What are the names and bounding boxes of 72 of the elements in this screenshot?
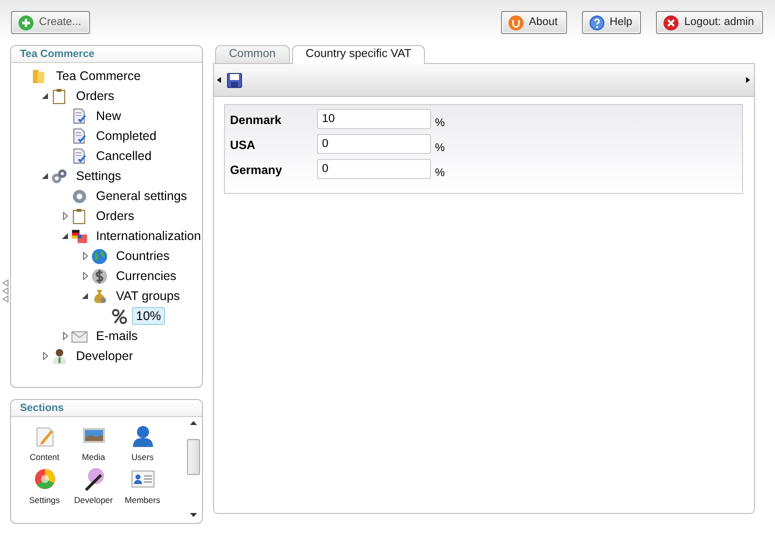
country-label: Denmark bbox=[230, 112, 282, 129]
percent-label: % bbox=[435, 116, 445, 131]
section-item[interactable]: Content bbox=[20, 424, 69, 467]
splitter-handle-icon[interactable] bbox=[2, 279, 9, 304]
tree-item[interactable]: Orders bbox=[72, 87, 118, 105]
document-check-icon bbox=[71, 148, 88, 164]
collapsed-caret-icon[interactable] bbox=[62, 212, 68, 220]
flags-icon bbox=[71, 228, 88, 244]
scroll-up-icon[interactable] bbox=[190, 421, 196, 425]
scroll-down-icon[interactable] bbox=[190, 513, 196, 517]
section-item[interactable]: Settings bbox=[20, 467, 69, 510]
collapsed-caret-icon[interactable] bbox=[62, 332, 68, 340]
tree-item[interactable]: Settings bbox=[72, 167, 126, 185]
tree-item[interactable]: Orders bbox=[92, 207, 138, 225]
gears-icon bbox=[51, 168, 68, 184]
tree-item[interactable]: Completed bbox=[92, 127, 160, 145]
clipboard-icon bbox=[51, 88, 68, 104]
globe-icon bbox=[91, 248, 108, 264]
expanded-caret-icon[interactable] bbox=[62, 233, 68, 239]
scroll-right-icon[interactable] bbox=[746, 77, 750, 83]
tree-item[interactable]: Developer bbox=[72, 347, 137, 365]
gear-icon bbox=[71, 188, 88, 204]
collapsed-caret-icon[interactable] bbox=[42, 352, 48, 360]
tree-item[interactable]: Internationalization bbox=[92, 227, 202, 245]
tree-item[interactable]: E-mails bbox=[92, 327, 142, 345]
section-item[interactable]: Members bbox=[118, 467, 167, 510]
help-icon bbox=[588, 14, 605, 30]
save-icon[interactable] bbox=[227, 72, 242, 88]
panel-title: Sections bbox=[11, 400, 202, 417]
collapsed-caret-icon[interactable] bbox=[82, 272, 88, 280]
tree-item[interactable]: General settings bbox=[92, 187, 192, 205]
dollar-icon bbox=[91, 268, 108, 284]
plus-icon bbox=[18, 14, 34, 30]
tree-item[interactable]: Currencies bbox=[112, 267, 180, 285]
tree-item[interactable]: Cancelled bbox=[92, 147, 156, 165]
collapsed-caret-icon[interactable] bbox=[82, 252, 88, 260]
country-label: Germany bbox=[230, 162, 284, 179]
percent-icon bbox=[111, 308, 128, 324]
help-button[interactable]: Help bbox=[582, 11, 642, 34]
logout-button[interactable]: Logout: admin bbox=[656, 11, 763, 34]
vat-input[interactable]: 0 bbox=[317, 134, 431, 154]
expanded-caret-icon[interactable] bbox=[42, 93, 48, 99]
tree-item[interactable]: VAT groups bbox=[112, 287, 184, 305]
percent-label: % bbox=[435, 166, 445, 181]
logo-icon bbox=[508, 14, 524, 30]
tab[interactable]: Common bbox=[215, 45, 290, 63]
user-icon bbox=[130, 424, 154, 448]
about-button[interactable]: About bbox=[500, 11, 567, 34]
tree-item[interactable]: New bbox=[92, 107, 126, 125]
scroll-thumb[interactable] bbox=[186, 439, 200, 475]
section-item[interactable]: Media bbox=[69, 424, 118, 467]
tree-item[interactable]: 10% bbox=[132, 307, 166, 325]
close-icon bbox=[663, 14, 680, 30]
tree-item[interactable]: Countries bbox=[112, 247, 174, 265]
section-item[interactable]: Users bbox=[118, 424, 167, 467]
scroll-left-icon[interactable] bbox=[217, 77, 221, 83]
country-label: USA bbox=[230, 137, 256, 154]
clipboard-icon bbox=[71, 208, 88, 224]
panel-title: Tea Commerce bbox=[11, 46, 202, 63]
tree-item[interactable]: Tea Commerce bbox=[52, 67, 145, 85]
percent-label: % bbox=[435, 141, 445, 156]
person-icon bbox=[51, 348, 68, 364]
expanded-caret-icon[interactable] bbox=[42, 173, 48, 179]
color-wheel-icon bbox=[32, 467, 56, 491]
vat-input[interactable]: 10 bbox=[317, 109, 431, 129]
create-button[interactable]: Create... bbox=[11, 11, 90, 34]
section-item[interactable]: Developer bbox=[69, 467, 118, 510]
document-check-icon bbox=[71, 128, 88, 144]
vat-input[interactable]: 0 bbox=[317, 159, 431, 179]
document-check-icon bbox=[71, 108, 88, 124]
expanded-caret-icon[interactable] bbox=[82, 293, 88, 299]
tab[interactable]: Country specific VAT bbox=[292, 45, 426, 64]
